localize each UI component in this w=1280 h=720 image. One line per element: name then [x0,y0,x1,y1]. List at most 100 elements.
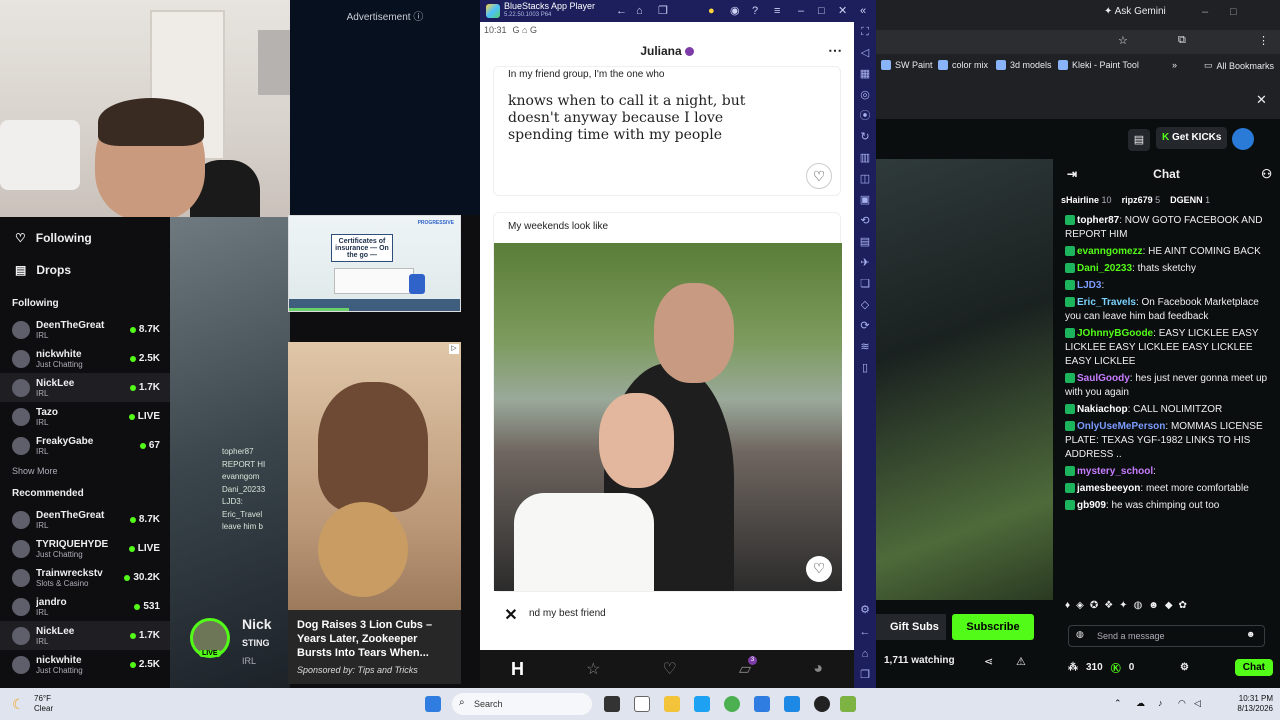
chat-username[interactable]: topher87 [1077,215,1119,226]
emote-icon[interactable]: ◆ [1165,600,1173,616]
bookmark-color-mix[interactable]: color mix [938,60,988,70]
emote-icon[interactable]: ✿ [1179,600,1187,616]
obs-icon[interactable] [814,696,830,712]
minimize-icon[interactable]: – [1202,6,1208,18]
ad-headline[interactable]: Dog Raises 3 Lion Cubs – Years Later, Zo… [297,618,452,660]
ask-gemini-button[interactable]: ✦ Ask Gemini [1104,6,1166,17]
minimize-icon[interactable]: – [798,4,804,18]
emote-icon[interactable]: ☻ [1148,600,1159,616]
emote-icon[interactable]: ◍ [1134,600,1143,616]
close-icon[interactable]: ✕ [838,4,847,18]
report-icon[interactable]: ⚠ [1016,655,1026,668]
user-avatar[interactable] [1232,128,1254,150]
streamer-name[interactable]: Nick [242,616,272,632]
sidebar-toggle-icon[interactable]: ▯ [854,358,876,379]
system-clock[interactable]: 10:31 PM 8/13/2026 [1213,694,1273,714]
standouts-icon[interactable]: ☆ [586,659,600,679]
app-icon[interactable] [694,696,710,712]
tray-chevron-icon[interactable]: ⌃ [1114,698,1122,709]
share-icon[interactable]: ⋖ [984,655,993,668]
calculator-icon[interactable] [754,696,770,712]
files-icon[interactable]: ❏ [854,274,876,295]
dog-lion-ad[interactable]: ▷ Dog Raises 3 Lion Cubs – Years Later, … [288,342,461,684]
channel-row[interactable]: DeenTheGreat IRL 8.7K [0,505,170,534]
screenshot-icon[interactable]: ◫ [854,169,876,190]
all-bookmarks[interactable]: ▭ All Bookmarks [1204,60,1274,71]
dismiss-button[interactable]: ✕ [500,605,522,627]
subscribe-button[interactable]: Subscribe [952,614,1034,640]
profile-icon[interactable]: ◕ [813,660,823,678]
maximize-icon[interactable]: □ [1230,6,1237,18]
channel-row[interactable]: nickwhite Just Chatting 2.5K [0,344,170,373]
show-more-link[interactable]: Show More [0,460,170,482]
wifi-icon[interactable]: ◠ [1178,698,1186,709]
back-icon[interactable]: ← [616,4,627,18]
help-icon[interactable]: ? [752,4,758,18]
bookmark-kleki[interactable]: Kleki - Paint Tool [1058,60,1139,70]
more-bookmarks-icon[interactable]: » [1172,60,1177,70]
likes-icon[interactable]: ♡ [663,659,677,679]
emote-icon[interactable]: ◈ [1076,600,1084,616]
like-prompt-button[interactable]: ♡ [806,163,832,189]
chat-username[interactable]: LJD3 [1077,280,1101,291]
gifter-item[interactable]: sHairline 10 [1061,195,1112,205]
weather-widget[interactable]: 76°F Clear [34,694,53,714]
apk-icon[interactable]: ▤ [854,232,876,253]
paint-app-icon[interactable] [784,696,800,712]
channel-row[interactable]: Tazo IRL LIVE [0,402,170,431]
chat-username[interactable]: mystery_school [1077,466,1153,477]
chrome-menu-icon[interactable]: ⋮ [1258,34,1269,47]
record-icon[interactable]: ⦿ [854,106,876,127]
stream-category[interactable]: IRL [242,656,256,666]
onedrive-icon[interactable]: ☁ [1136,698,1145,709]
account-icon[interactable]: ◉ [730,4,740,18]
more-options-icon[interactable]: ⋯ [828,42,842,59]
address-bar[interactable] [876,30,1280,54]
chat-send-button[interactable]: Chat [1234,658,1273,676]
android-recents-icon[interactable]: ❐ [854,665,876,686]
macro-icon[interactable]: ⟲ [854,211,876,232]
chat-username[interactable]: OnlyUseMePerson [1077,421,1165,432]
collapse-chat-icon[interactable]: ⇥ [1067,159,1077,189]
insurance-video-ad[interactable]: PROGRESSIVE Certificates of insurance — … [288,215,461,312]
task-view-icon[interactable] [604,696,620,712]
performance-icon[interactable]: ▥ [854,148,876,169]
chat-username[interactable]: Eric_Travels [1077,297,1136,308]
gift-subs-button[interactable]: Gift Subs [876,614,946,640]
chrome-icon[interactable] [724,696,740,712]
gifter-item[interactable]: ripz679 5 [1122,195,1161,205]
file-explorer-icon[interactable] [664,696,680,712]
volume-icon[interactable]: ◁ [854,43,876,64]
mic-icon[interactable]: ♪ [1158,698,1163,708]
extensions-icon[interactable]: ⧉ [1178,34,1186,47]
gifter-item[interactable]: DGENN 1 [1170,195,1210,205]
chat-username[interactable]: Dani_20233 [1077,263,1132,274]
close-banner-icon[interactable]: ✕ [1256,92,1267,108]
coin-icon[interactable]: ● [708,4,715,18]
emote-picker-icon[interactable]: ☻ [1246,629,1255,639]
bookmark-star-icon[interactable]: ☆ [1118,34,1128,47]
channel-row[interactable]: TYRIQUEHYDE Just Chatting LIVE [0,534,170,563]
bluestacks-taskbar-icon[interactable] [840,696,856,712]
location-icon[interactable]: ✈ [854,253,876,274]
layout-icon[interactable]: ▤ [1128,129,1150,151]
bookmark-3d-models[interactable]: 3d models [996,60,1052,70]
chat-username[interactable]: SaulGoody [1077,373,1130,384]
android-home-icon[interactable]: ⌂ [854,644,876,665]
taskbar-search[interactable]: Search [452,693,592,715]
collapse-sidebar-icon[interactable]: « [860,4,866,18]
fullscreen-icon[interactable]: ⛶ [854,22,876,43]
channel-row[interactable]: nickwhite Just Chatting 2.5K [0,650,170,679]
emote-icon[interactable]: ❖ [1104,600,1113,616]
get-kicks-button[interactable]: K Get KICKs [1156,127,1228,149]
chat-settings-icon[interactable]: ⚙ [1180,662,1189,673]
home-icon[interactable]: ⌂ [636,4,643,18]
channel-row[interactable]: NickLee IRL 1.7K [0,373,170,402]
adchoices-icon[interactable]: ▷ [449,344,459,354]
channel-row[interactable]: NickLee IRL 1.7K [0,621,170,650]
channel-row[interactable]: jandro IRL 531 [0,592,170,621]
chat-username[interactable]: gb909 [1077,500,1106,511]
channel-row[interactable]: DeenTheGreat IRL 8.7K [0,315,170,344]
channel-row[interactable]: Trainwreckstv Slots & Casino 30.2K [0,563,170,592]
chat-username[interactable]: jamesbeeyon [1077,483,1140,494]
